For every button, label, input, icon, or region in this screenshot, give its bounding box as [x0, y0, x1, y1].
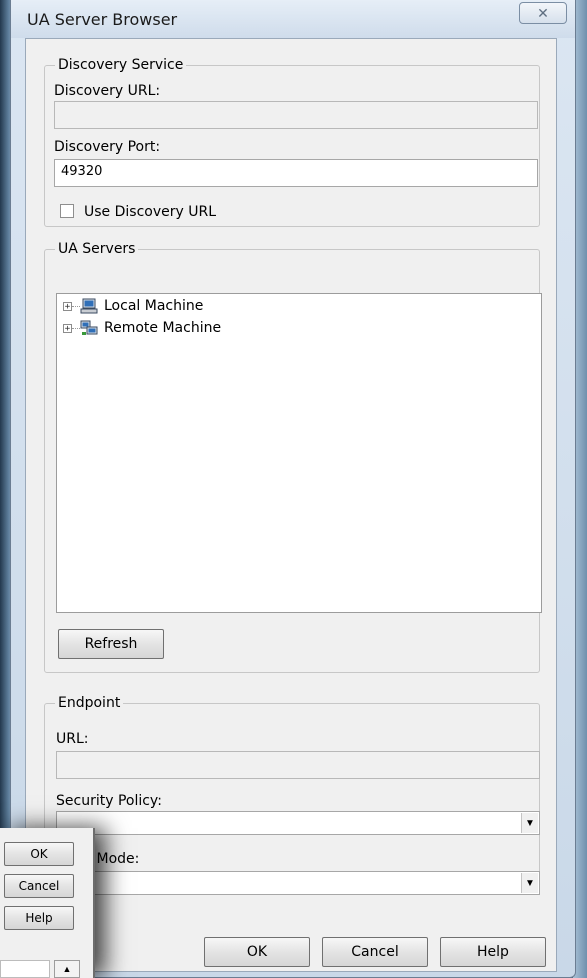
tree-node-label: Local Machine — [104, 298, 204, 314]
endpoint-url-field[interactable] — [56, 751, 540, 779]
computer-icon — [80, 298, 98, 314]
endpoint-url-label: URL: — [56, 731, 89, 747]
endpoint-legend: Endpoint — [58, 695, 121, 711]
discovery-service-legend: Discovery Service — [58, 57, 184, 73]
bg-cancel-button[interactable]: Cancel — [4, 874, 74, 898]
message-mode-dropdown[interactable]: ▼ — [56, 871, 540, 895]
ua-servers-legend: UA Servers — [58, 241, 136, 257]
close-button[interactable]: ✕ — [519, 2, 567, 24]
bg-ok-button[interactable]: OK — [4, 842, 74, 866]
chevron-down-icon[interactable]: ▼ — [521, 813, 538, 833]
window-title: UA Server Browser — [27, 10, 178, 29]
ok-button[interactable]: OK — [204, 937, 310, 967]
discovery-url-field[interactable] — [54, 101, 538, 129]
bg-help-button[interactable]: Help — [4, 906, 74, 930]
scroll-up-icon[interactable]: ▲ — [54, 960, 80, 978]
close-icon: ✕ — [537, 4, 549, 21]
expand-plus-icon[interactable]: + — [63, 301, 72, 311]
title-bar[interactable]: UA Server Browser ✕ — [11, 0, 575, 38]
discovery-url-label: Discovery URL: — [54, 83, 161, 99]
security-policy-label: Security Policy: — [56, 793, 162, 809]
help-button[interactable]: Help — [440, 937, 546, 967]
chevron-down-icon[interactable]: ▼ — [521, 873, 538, 893]
bg-list-box[interactable] — [0, 960, 50, 978]
background-dialog: OK Cancel Help ▲ — [0, 828, 95, 978]
network-computers-icon — [80, 320, 98, 335]
server-tree[interactable]: + Local Machine + Remote Machine — [56, 293, 542, 613]
tree-node-remote-machine[interactable]: + Remote Machine — [63, 318, 221, 338]
discovery-port-label: Discovery Port: — [54, 139, 161, 155]
dialog-client-area: Discovery Service Discovery URL: Discove… — [25, 38, 557, 972]
use-discovery-url-label: Use Discovery URL — [84, 204, 216, 220]
tree-node-local-machine[interactable]: + Local Machine — [63, 296, 203, 316]
cancel-button[interactable]: Cancel — [322, 937, 428, 967]
tree-node-label: Remote Machine — [104, 320, 222, 336]
use-discovery-url-checkbox[interactable] — [60, 204, 74, 218]
expand-plus-icon[interactable]: + — [63, 323, 72, 333]
discovery-port-field[interactable]: 49320 — [54, 159, 538, 187]
security-policy-dropdown[interactable]: ▼ — [56, 811, 540, 835]
refresh-button[interactable]: Refresh — [58, 629, 164, 659]
